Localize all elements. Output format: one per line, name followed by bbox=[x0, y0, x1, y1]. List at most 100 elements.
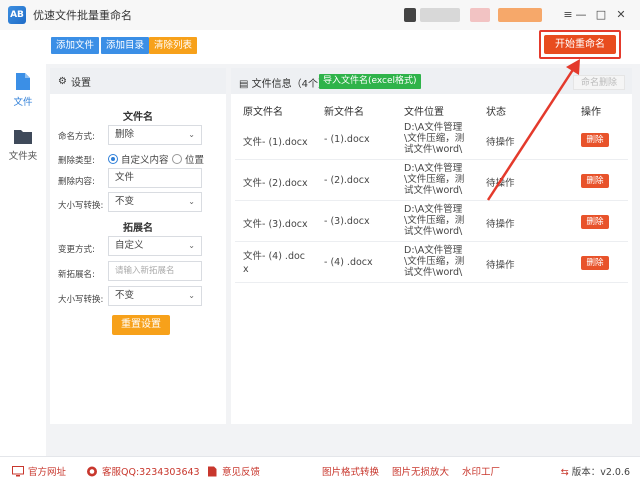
update-icon: ⇆ bbox=[560, 467, 569, 478]
user-avatar-blur[interactable] bbox=[404, 8, 416, 22]
delete-type-custom-label: 自定义内容 bbox=[121, 155, 169, 166]
change-mode-select[interactable]: 自定义 ⌄ bbox=[108, 236, 202, 256]
table-row[interactable]: 文件- (2).docx - (2).docx D:\A文件管理 \文件压缩，测试… bbox=[235, 160, 628, 201]
vip-badge-blur[interactable] bbox=[470, 8, 490, 22]
user-info-blur bbox=[420, 8, 460, 22]
monitor-icon bbox=[12, 465, 24, 476]
image-format-convert-link[interactable]: 图片格式转换 bbox=[322, 464, 379, 478]
file-panel: ▤ 文件信息（4个） 导入文件名(excel格式) 命名删除 原文件名 新文件名… bbox=[231, 68, 632, 424]
case-convert-value: 不变 bbox=[115, 196, 135, 207]
delete-content-input[interactable]: 文件 bbox=[108, 168, 202, 188]
promo-blur[interactable] bbox=[498, 8, 542, 22]
pdf-icon bbox=[208, 466, 217, 476]
col-header-location: 文件位置 bbox=[404, 107, 444, 118]
status-text: 待操作 bbox=[486, 178, 515, 189]
gear-icon: ⚙ bbox=[58, 75, 67, 87]
new-ext-label: 新拓展名: bbox=[58, 270, 95, 280]
file-location: D:\A文件管理 \文件压缩，测 试文件\word\ bbox=[404, 122, 465, 155]
feedback-link[interactable]: 意见反馈 bbox=[206, 464, 260, 478]
new-filename: - (4) .docx bbox=[324, 257, 373, 268]
import-excel-button[interactable]: 导入文件名(excel格式) bbox=[319, 74, 421, 89]
status-text: 待操作 bbox=[486, 137, 515, 148]
footer: 官方网址 客服QQ:3234303643 意见反馈 图片格式转换 图片无损放大 … bbox=[0, 456, 640, 481]
naming-mode-value: 删除 bbox=[115, 129, 135, 140]
naming-mode-select[interactable]: 删除 ⌄ bbox=[108, 125, 202, 145]
ext-case-select[interactable]: 不变 ⌄ bbox=[108, 286, 202, 306]
file-info-title: ▤ 文件信息（4个） bbox=[239, 75, 328, 90]
original-filename: 文件- (2).docx bbox=[243, 178, 308, 189]
nav-item-file-label: 文件 bbox=[13, 97, 33, 108]
nav-item-folder-label: 文件夹 bbox=[8, 151, 38, 162]
case-convert-select[interactable]: 不变 ⌄ bbox=[108, 192, 202, 212]
file-location: D:\A文件管理 \文件压缩，测 试文件\word\ bbox=[404, 204, 465, 237]
start-rename-highlight: 开始重命名 bbox=[539, 30, 621, 59]
delete-row-button[interactable]: 删除 bbox=[581, 215, 609, 229]
naming-mode-label: 命名方式: bbox=[58, 132, 95, 142]
col-header-original: 原文件名 bbox=[243, 107, 283, 118]
delete-type-custom-radio[interactable]: 自定义内容 bbox=[108, 152, 169, 166]
minimize-button[interactable]: — bbox=[573, 6, 589, 22]
document-icon: ▤ bbox=[239, 79, 249, 90]
version-info: ⇆ 版本：v2.0.6 bbox=[560, 467, 630, 478]
new-ext-input[interactable]: 请输入新拓展名 bbox=[108, 261, 202, 281]
original-filename: 文件- (1).docx bbox=[243, 137, 308, 148]
website-link[interactable]: 官方网址 bbox=[12, 464, 66, 478]
clear-list-button[interactable]: 清除列表 bbox=[149, 37, 198, 54]
table-row[interactable]: 文件- (4) .doc x - (4) .docx D:\A文件管理 \文件压缩，… bbox=[235, 242, 628, 283]
image-enlarge-link[interactable]: 图片无损放大 bbox=[392, 464, 449, 478]
add-folder-button[interactable]: 添加目录 bbox=[101, 37, 150, 54]
original-filename: 文件- (3).docx bbox=[243, 219, 308, 230]
maximize-button[interactable]: □ bbox=[593, 6, 609, 22]
file-icon bbox=[16, 73, 30, 90]
delete-row-button[interactable]: 删除 bbox=[581, 133, 609, 147]
ext-section-title: 拓展名 bbox=[123, 223, 153, 234]
headset-icon bbox=[87, 466, 97, 476]
add-file-button[interactable]: 添加文件 bbox=[51, 37, 100, 54]
delete-type-position-label: 位置 bbox=[185, 155, 205, 166]
qq-support-link[interactable]: 客服QQ:3234303643 bbox=[86, 464, 200, 478]
delete-naming-button[interactable]: 命名删除 bbox=[573, 75, 625, 90]
file-location: D:\A文件管理 \文件压缩，测 试文件\word\ bbox=[404, 245, 465, 278]
change-mode-label: 变更方式: bbox=[58, 245, 95, 255]
table-row[interactable]: 文件- (1).docx - (1).docx D:\A文件管理 \文件压缩，测试… bbox=[235, 119, 628, 160]
settings-panel: ⚙ 设置 文件名 命名方式: 删除 ⌄ 删除类型: 自定义内容 位置 删除内容:… bbox=[50, 68, 226, 424]
delete-type-label: 删除类型: bbox=[58, 156, 95, 166]
change-mode-value: 自定义 bbox=[115, 240, 144, 251]
case-convert-label: 大小写转换: bbox=[58, 201, 104, 211]
nav-item-folder[interactable]: 文件夹 bbox=[0, 128, 46, 162]
chevron-down-icon: ⌄ bbox=[188, 130, 195, 139]
file-info-count: 文件信息（4个） bbox=[251, 79, 329, 90]
col-header-action: 操作 bbox=[581, 107, 601, 118]
delete-row-button[interactable]: 删除 bbox=[581, 256, 609, 270]
close-button[interactable]: ✕ bbox=[613, 6, 629, 22]
status-text: 待操作 bbox=[486, 219, 515, 230]
delete-row-button[interactable]: 删除 bbox=[581, 174, 609, 188]
table-row[interactable]: 文件- (3).docx - (3).docx D:\A文件管理 \文件压缩，测试… bbox=[235, 201, 628, 242]
radio-dot-unchecked bbox=[172, 154, 182, 164]
ext-case-value: 不变 bbox=[115, 290, 135, 301]
original-filename: 文件- (4) .doc x bbox=[243, 251, 306, 275]
status-text: 待操作 bbox=[486, 260, 515, 271]
nav-item-file[interactable]: 文件 bbox=[0, 72, 46, 108]
col-header-new: 新文件名 bbox=[324, 107, 364, 118]
reset-settings-button[interactable]: 重置设置 bbox=[112, 315, 170, 335]
title-bar: AB 优速文件批量重命名 ≡ — □ ✕ bbox=[0, 0, 640, 30]
watermark-factory-link[interactable]: 水印工厂 bbox=[462, 464, 500, 478]
app-logo-icon: AB bbox=[8, 6, 26, 24]
start-rename-button[interactable]: 开始重命名 bbox=[544, 35, 616, 54]
chevron-down-icon: ⌄ bbox=[188, 197, 195, 206]
delete-type-position-radio[interactable]: 位置 bbox=[172, 152, 204, 166]
file-location: D:\A文件管理 \文件压缩，测 试文件\word\ bbox=[404, 163, 465, 196]
new-filename: - (3).docx bbox=[324, 216, 370, 227]
file-panel-header: ▤ 文件信息（4个） 导入文件名(excel格式) 命名删除 bbox=[231, 68, 632, 94]
app-title: 优速文件批量重命名 bbox=[33, 9, 132, 22]
folder-icon bbox=[14, 130, 32, 144]
filename-section-title: 文件名 bbox=[123, 112, 153, 123]
chevron-down-icon: ⌄ bbox=[188, 241, 195, 250]
chevron-down-icon: ⌄ bbox=[188, 291, 195, 300]
new-filename: - (2).docx bbox=[324, 175, 370, 186]
left-nav: 文件 文件夹 bbox=[0, 64, 46, 456]
new-filename: - (1).docx bbox=[324, 134, 370, 145]
settings-header: ⚙ 设置 bbox=[50, 68, 226, 94]
ext-case-label: 大小写转换: bbox=[58, 295, 104, 305]
